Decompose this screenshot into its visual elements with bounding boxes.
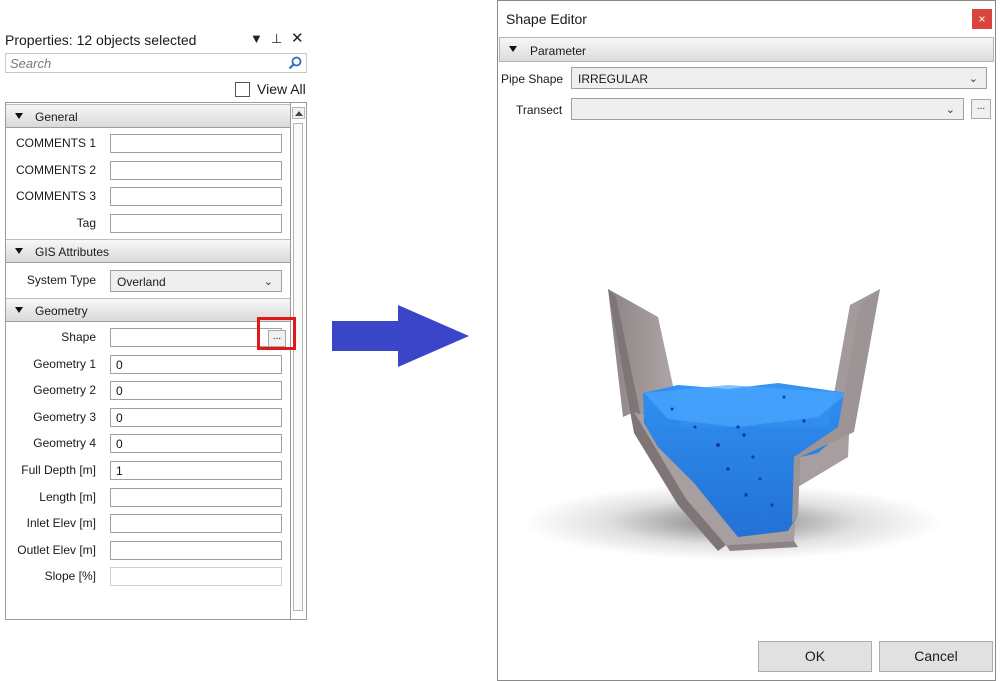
property-label: COMMENTS 3 [15, 189, 96, 203]
category-geometry[interactable]: Geometry [6, 298, 290, 322]
category-label: Parameter [530, 44, 587, 58]
chevron-down-icon: ⌄ [945, 104, 955, 116]
property-label: Geometry 4 [33, 436, 96, 450]
property-row: Length [m] [6, 484, 290, 510]
property-row: Tag [6, 210, 290, 236]
property-label: System Type [26, 273, 96, 287]
category-label: General [35, 110, 78, 124]
property-label: Full Depth [m] [21, 463, 96, 477]
transect-browse-button[interactable]: ... [971, 99, 991, 119]
slope-field[interactable] [110, 567, 282, 586]
property-label: Tag [76, 216, 96, 230]
vertical-scrollbar[interactable] [291, 102, 307, 620]
property-label: Geometry 2 [33, 383, 96, 397]
property-row: Inlet Elev [m] [6, 510, 290, 536]
properties-title: Properties: 12 objects selected [5, 32, 197, 48]
comments-1-field[interactable] [110, 134, 282, 153]
property-label: Shape [61, 330, 96, 344]
dialog-titlebar[interactable]: Shape Editor × [498, 1, 995, 35]
outlet-elev-field[interactable] [110, 541, 282, 560]
scrollbar-thumb[interactable] [293, 123, 303, 611]
category-gis-attributes[interactable]: GIS Attributes [6, 239, 290, 263]
property-label: COMMENTS 2 [15, 163, 96, 177]
properties-panel: Properties: 12 objects selected ▼ ⊥ ✕ Vi… [0, 28, 312, 620]
3d-preview-viewport[interactable] [498, 127, 995, 637]
transect-select[interactable]: ⌄ [571, 98, 964, 120]
view-all-label: View All [257, 81, 306, 97]
pipe-shape-label: Pipe Shape [501, 72, 564, 86]
length-field[interactable] [110, 488, 282, 507]
collapse-arrow-icon[interactable] [15, 113, 23, 119]
chevron-down-icon: ⌄ [263, 276, 273, 288]
pipe-shape-value: IRREGULAR [578, 72, 649, 86]
search-icon[interactable] [288, 56, 302, 70]
geometry-3-field[interactable] [110, 408, 282, 427]
property-label: Length [m] [39, 490, 96, 504]
geometry-2-field[interactable] [110, 381, 282, 400]
dialog-title: Shape Editor [506, 11, 587, 27]
view-all-checkbox[interactable] [235, 82, 250, 97]
inlet-elev-field[interactable] [110, 514, 282, 533]
category-parameter[interactable]: Parameter [499, 37, 994, 62]
property-label: Geometry 3 [33, 410, 96, 424]
property-label: Inlet Elev [m] [26, 516, 96, 530]
comments-2-field[interactable] [110, 161, 282, 180]
ok-button[interactable]: OK [758, 641, 872, 672]
property-label: COMMENTS 1 [15, 136, 96, 150]
transect-row: Transect ⌄ ... [498, 95, 995, 123]
full-depth-field[interactable] [110, 461, 282, 480]
search-box[interactable] [5, 53, 307, 73]
geometry-4-field[interactable] [110, 434, 282, 453]
comments-3-field[interactable] [110, 187, 282, 206]
pipe-shape-row: Pipe Shape IRREGULAR ⌄ [498, 64, 995, 92]
property-row: Full Depth [m] [6, 457, 290, 483]
geometry-1-field[interactable] [110, 355, 282, 374]
property-label: Geometry 1 [33, 357, 96, 371]
property-row: Geometry 2 [6, 377, 290, 403]
property-row: Shape [6, 324, 290, 350]
collapse-arrow-icon[interactable] [509, 46, 517, 52]
category-general[interactable]: General [6, 104, 290, 128]
property-row: Geometry 3 [6, 404, 290, 430]
pin-icon[interactable]: ⊥ [271, 31, 282, 47]
tag-field[interactable] [110, 214, 282, 233]
property-row: COMMENTS 2 [6, 157, 290, 183]
property-row: Geometry 4 [6, 430, 290, 456]
channel-preview-image [523, 289, 943, 560]
system-type-value: Overland [117, 275, 166, 289]
property-row: System Type Overland ⌄ [6, 267, 290, 293]
close-icon[interactable]: ✕ [291, 29, 304, 47]
cancel-button[interactable]: Cancel [879, 641, 993, 672]
category-label: GIS Attributes [35, 245, 110, 259]
collapse-arrow-icon[interactable] [15, 307, 23, 313]
property-grid: General COMMENTS 1 COMMENTS 2 COMMENTS 3… [5, 102, 291, 620]
property-row: COMMENTS 3 [6, 183, 290, 209]
arrow-right-icon [332, 305, 469, 367]
search-input[interactable] [6, 54, 276, 72]
property-row: Outlet Elev [m] [6, 537, 290, 563]
transect-label: Transect [516, 103, 563, 117]
property-label: Outlet Elev [m] [17, 543, 96, 557]
pipe-shape-select[interactable]: IRREGULAR ⌄ [571, 67, 987, 89]
dropdown-arrow-icon[interactable]: ▼ [250, 31, 263, 46]
system-type-select[interactable]: Overland ⌄ [110, 270, 282, 292]
collapse-arrow-icon[interactable] [15, 248, 23, 254]
chevron-down-icon: ⌄ [968, 73, 978, 85]
property-row: Slope [%] [6, 563, 290, 589]
shape-editor-dialog: Shape Editor × Parameter Pipe Shape IRRE… [497, 0, 996, 681]
property-row: Geometry 1 [6, 351, 290, 377]
close-button[interactable]: × [972, 9, 992, 29]
property-row: COMMENTS 1 [6, 130, 290, 156]
category-label: Geometry [35, 304, 88, 318]
property-label: Slope [%] [44, 569, 96, 583]
highlight-box [257, 317, 296, 350]
scroll-up-button[interactable] [292, 107, 305, 119]
